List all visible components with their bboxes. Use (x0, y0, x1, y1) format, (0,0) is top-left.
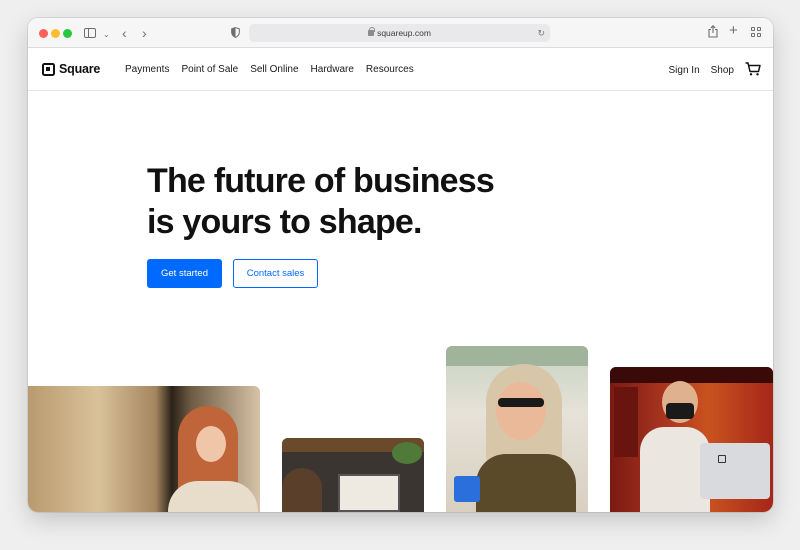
primary-nav: Payments Point of Sale Sell Online Hardw… (125, 64, 426, 75)
square-logo-icon (42, 62, 55, 76)
shop-link[interactable]: Shop (711, 65, 734, 76)
chevron-left-icon[interactable]: ‹ (122, 25, 127, 41)
close-window-button[interactable] (39, 29, 48, 38)
shield-icon[interactable] (231, 27, 240, 38)
square-logo[interactable]: Square (42, 62, 100, 76)
chevron-down-icon[interactable]: ⌄ (103, 27, 110, 43)
hero-headline: The future of business is yours to shape… (147, 161, 547, 243)
reload-icon[interactable]: ↻ (537, 24, 545, 42)
hero-headline-line-2: is yours to shape. (147, 203, 422, 241)
minimize-window-button[interactable] (51, 29, 60, 38)
contact-sales-button[interactable]: Contact sales (233, 259, 318, 288)
zoom-window-button[interactable] (63, 29, 72, 38)
hero-photo-man-at-register (610, 367, 773, 512)
nav-link-point-of-sale[interactable]: Point of Sale (181, 64, 238, 75)
cart-icon[interactable] (745, 62, 761, 76)
plus-icon[interactable]: + (729, 23, 738, 39)
browser-toolbar: ⌄ ‹ › squareup.com ↻ + (28, 18, 773, 48)
site-header: Square Payments Point of Sale Sell Onlin… (28, 49, 773, 91)
chevron-right-icon[interactable]: › (142, 25, 147, 41)
get-started-button[interactable]: Get started (147, 259, 222, 288)
hero-photo-woman-smiling (446, 346, 588, 512)
sidebar-icon[interactable] (84, 28, 96, 38)
browser-window: ⌄ ‹ › squareup.com ↻ + Square Payments P… (28, 18, 773, 512)
secondary-nav: Sign In Shop (669, 62, 762, 76)
lock-icon (368, 27, 376, 36)
address-bar[interactable]: squareup.com ↻ (249, 24, 550, 42)
hero-photo-woman-curtains (28, 386, 260, 512)
grid-icon[interactable] (751, 27, 761, 37)
nav-link-hardware[interactable]: Hardware (311, 64, 354, 75)
nav-link-resources[interactable]: Resources (366, 64, 414, 75)
url-text: squareup.com (377, 28, 431, 38)
nav-link-sell-online[interactable]: Sell Online (250, 64, 298, 75)
nav-link-payments[interactable]: Payments (125, 64, 169, 75)
hero-headline-line-1: The future of business (147, 162, 495, 200)
share-icon[interactable] (708, 25, 718, 38)
hero-photo-register-screen (282, 438, 424, 512)
sign-in-link[interactable]: Sign In (669, 65, 700, 76)
brand-name: Square (59, 62, 101, 76)
